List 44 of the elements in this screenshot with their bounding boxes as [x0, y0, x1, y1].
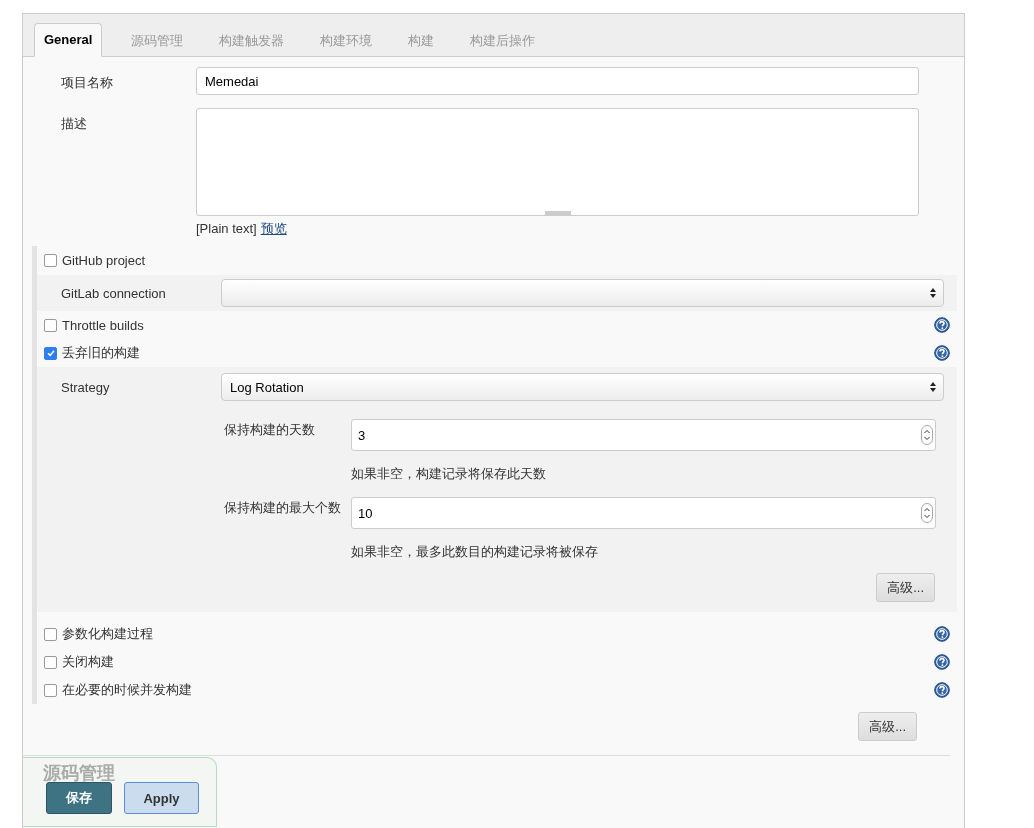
help-icon[interactable]: [934, 626, 950, 642]
field-label: 项目名称: [60, 74, 114, 92]
tab[interactable]: General: [34, 23, 103, 57]
description-field[interactable]: [196, 108, 919, 216]
resize-grip-icon[interactable]: [545, 211, 571, 215]
spinner-icon[interactable]: [921, 425, 933, 445]
checkbox[interactable]: [44, 627, 57, 641]
save-button[interactable]: 保存: [46, 782, 112, 814]
checkbox-label: 参数化构建过程: [62, 625, 153, 643]
checkbox[interactable]: [44, 683, 57, 697]
spinner-icon[interactable]: [921, 503, 933, 523]
help-icon[interactable]: [934, 345, 950, 361]
checkbox-label: GitHub project: [62, 252, 146, 268]
gitlab-connection-select[interactable]: [221, 279, 944, 307]
checkbox-label: 关闭构建: [62, 653, 114, 671]
section-heading: 源码管理: [42, 762, 116, 784]
checkbox[interactable]: [44, 253, 57, 267]
help-icon[interactable]: [934, 317, 950, 333]
checkbox-label: 在必要的时候并发构建: [62, 681, 192, 699]
field-label: 描述: [60, 115, 88, 133]
preview-link[interactable]: 预览: [260, 221, 287, 236]
format-note: [Plain text]: [196, 221, 257, 236]
checkbox[interactable]: [44, 318, 57, 332]
help-icon[interactable]: [934, 654, 950, 670]
number-field[interactable]: 10: [351, 497, 936, 529]
updown-icon: [929, 287, 937, 299]
field-label: 保持构建的最大个数: [223, 499, 342, 517]
field-label: Strategy: [60, 379, 111, 395]
project-name-field[interactable]: Memedai: [196, 67, 919, 95]
field-label: GitLab connection: [60, 285, 167, 301]
checkbox[interactable]: [44, 346, 57, 360]
help-icon[interactable]: [934, 682, 950, 698]
number-field[interactable]: 3: [351, 419, 936, 451]
field-hint: 如果非空，最多此数目的构建记录将被保存: [351, 543, 599, 561]
checkbox[interactable]: [44, 655, 57, 669]
apply-button[interactable]: Apply: [124, 782, 199, 814]
advanced-button[interactable]: 高级...: [858, 712, 917, 741]
checkbox-label: 丢弃旧的构建: [62, 344, 140, 362]
updown-icon: [929, 381, 937, 393]
field-label: 保持构建的天数: [223, 421, 316, 439]
field-hint: 如果非空，构建记录将保存此天数: [351, 465, 547, 483]
strategy-select[interactable]: Log Rotation: [221, 373, 944, 401]
checkbox-label: Throttle builds: [62, 317, 144, 333]
advanced-button[interactable]: 高级...: [876, 573, 935, 602]
